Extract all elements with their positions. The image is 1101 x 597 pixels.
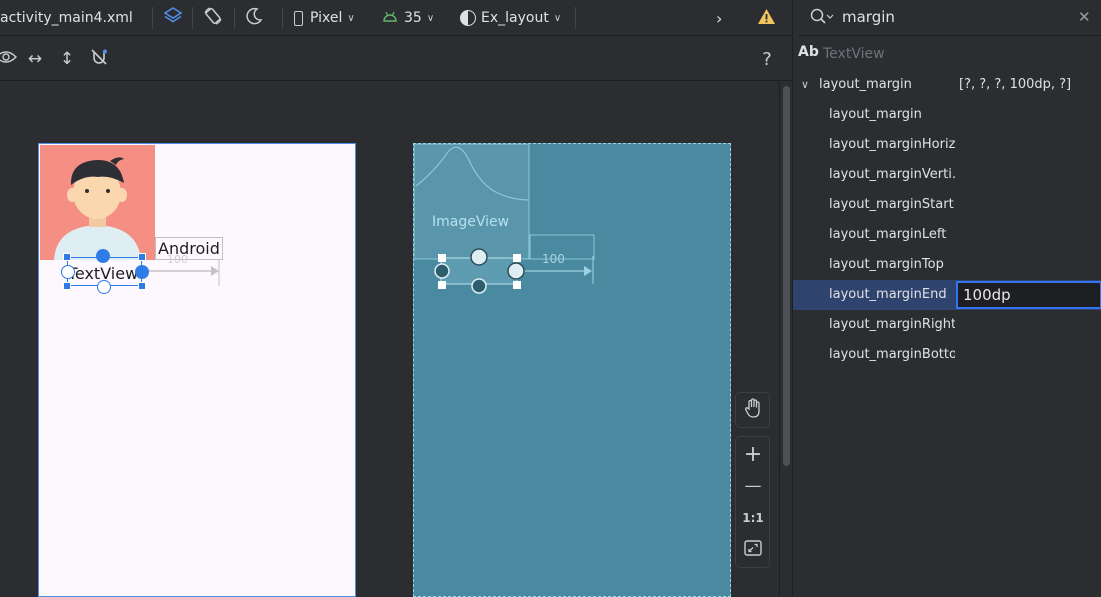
toolbar-divider: [234, 7, 235, 29]
resize-handle[interactable]: [63, 253, 71, 261]
vertical-arrows-icon: ↕: [59, 49, 75, 69]
search-input[interactable]: [842, 6, 1042, 28]
resize-handle[interactable]: [138, 253, 146, 261]
zoom-in-label: +: [743, 441, 763, 467]
component-type-label: TextView: [823, 46, 885, 62]
attribute-name: layout_marginVerti…: [829, 167, 955, 182]
device-label: Pixel: [310, 10, 343, 26]
device-select[interactable]: Pixel ∨: [294, 0, 355, 36]
attribute-group-layout-margin[interactable]: ∨ layout_margin [?, ?, ?, 100dp, ?]: [793, 70, 1101, 100]
attribute-name: layout_marginBotto…: [829, 347, 955, 362]
zoom-out-label: —: [744, 476, 762, 496]
moon-icon: [244, 6, 264, 30]
file-tab[interactable]: activity_main4.xml: [0, 0, 133, 36]
attribute-row[interactable]: layout_marginBotto…: [793, 340, 1101, 370]
attribute-name: layout_margin: [829, 107, 922, 122]
attribute-name: layout_marginEnd: [829, 287, 947, 302]
rotate-device-icon: [202, 5, 224, 31]
component-type-icon: Ab: [798, 44, 819, 60]
margin-value-label: 100: [542, 252, 565, 266]
design-surface[interactable]: Android 100 TextView: [38, 143, 356, 597]
pan-button[interactable]: [736, 395, 770, 425]
actual-size-label: 1:1: [742, 511, 764, 525]
chevron-down-icon: ∨: [553, 12, 562, 24]
zoom-out-button[interactable]: —: [736, 471, 770, 501]
attribute-name: layout_marginLeft: [829, 227, 947, 242]
attribute-name: layout_marginTop: [829, 257, 944, 272]
zoom-control-group: + — 1:1: [735, 436, 770, 568]
search-icon: [810, 8, 834, 30]
layers-icon: [162, 5, 184, 31]
fit-screen-icon: [744, 539, 762, 561]
attribute-row[interactable]: layout_marginLeft: [793, 220, 1101, 250]
theme-label: Ex_layout: [481, 10, 549, 26]
actual-size-button[interactable]: 1:1: [736, 503, 770, 533]
view-options-button[interactable]: [0, 47, 18, 71]
help-label: ?: [762, 48, 772, 70]
design-mode-button[interactable]: [162, 0, 184, 36]
api-level-select[interactable]: 35 ∨: [382, 0, 434, 36]
orientation-button[interactable]: [202, 0, 224, 36]
attribute-row[interactable]: layout_marginHoriz…: [793, 130, 1101, 160]
attribute-name: layout_marginRight: [829, 317, 955, 332]
overflow-button[interactable]: ›: [716, 0, 722, 36]
attribute-name: layout_marginHoriz…: [829, 137, 955, 152]
zoom-in-button[interactable]: +: [736, 439, 770, 469]
api-level-label: 35: [404, 10, 422, 26]
autoconnect-button[interactable]: [87, 47, 111, 71]
theme-select[interactable]: Ex_layout ∨: [460, 0, 561, 36]
bottom-constraint-handle[interactable]: [97, 280, 111, 294]
attribute-row[interactable]: layout_marginVerti…: [793, 160, 1101, 190]
attribute-name: layout_marginStart: [829, 197, 954, 212]
help-button[interactable]: ?: [755, 47, 779, 71]
phone-icon: [294, 10, 303, 26]
file-tab-label: activity_main4.xml: [0, 10, 133, 26]
horizontal-constraints-button[interactable]: ↔: [23, 47, 47, 71]
design-toolbar: ↔ ↕ ?: [0, 37, 792, 81]
hand-icon: [744, 397, 762, 423]
blueprint-surface[interactable]: ImageView 100: [413, 143, 731, 597]
chevron-down-icon: ∨: [801, 78, 810, 91]
attribute-row[interactable]: layout_marginStart: [793, 190, 1101, 220]
vertical-constraints-button[interactable]: ↕: [55, 47, 79, 71]
warning-button[interactable]: [757, 0, 776, 36]
attribute-search: ✕: [798, 0, 1101, 36]
horizontal-arrows-icon: ↔: [27, 49, 43, 69]
avatar-image[interactable]: [40, 145, 155, 260]
top-constraint-handle[interactable]: [96, 249, 110, 263]
toolbar-divider: [282, 7, 283, 29]
scrollbar-thumb[interactable]: [783, 86, 790, 466]
attribute-group-name: layout_margin: [819, 77, 912, 92]
resize-handle[interactable]: [63, 282, 71, 290]
attribute-row[interactable]: layout_marginRight: [793, 310, 1101, 340]
warning-icon: [757, 8, 776, 29]
attribute-row[interactable]: layout_marginEnd 100dp: [793, 280, 1101, 310]
chevron-down-icon: ∨: [426, 12, 435, 24]
toolbar-divider: [152, 7, 153, 29]
pan-control-group: [735, 392, 770, 428]
constraint-magnet-off-icon: [90, 48, 108, 71]
chevron-down-icon: ∨: [347, 12, 355, 24]
end-constraint-handle[interactable]: [135, 265, 149, 279]
fit-screen-button[interactable]: [736, 535, 770, 565]
night-mode-button[interactable]: [244, 0, 264, 36]
attribute-row[interactable]: layout_marginTop: [793, 250, 1101, 280]
android-icon: [382, 10, 398, 26]
clear-search-icon[interactable]: ✕: [1078, 8, 1091, 26]
attribute-group-value: [?, ?, ?, 100dp, ?]: [959, 77, 1072, 92]
margin-value-label: 100: [167, 253, 188, 266]
chevron-right-icon: ›: [716, 8, 723, 28]
resize-handle[interactable]: [138, 282, 146, 290]
imageview-label: ImageView: [432, 214, 510, 230]
eye-icon: [0, 49, 17, 70]
toolbar-divider: [575, 7, 576, 29]
top-toolbar: activity_main4.xml Pixel ∨ 35 ∨ Ex_layou…: [0, 0, 792, 36]
attribute-row[interactable]: layout_margin: [793, 100, 1101, 130]
canvas-scrollbar[interactable]: [779, 82, 792, 597]
attributes-panel: ✕ Ab TextView ∨ layout_margin [?, ?, ?, …: [792, 0, 1101, 597]
attribute-value-input[interactable]: 100dp: [956, 281, 1101, 309]
toolbar-divider: [192, 7, 193, 29]
contrast-circle-icon: [460, 10, 476, 26]
start-constraint-handle[interactable]: [61, 265, 75, 279]
